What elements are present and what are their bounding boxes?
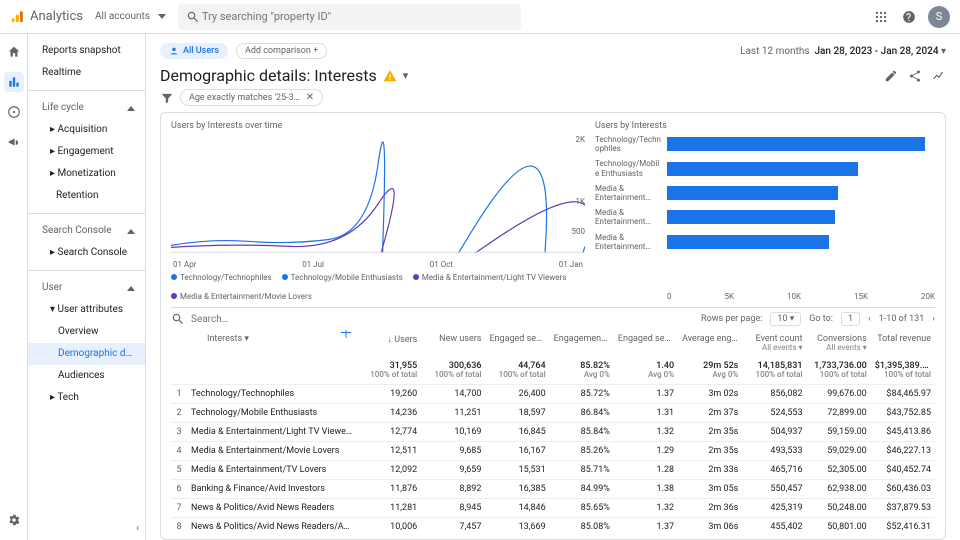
page-title: Demographic details: Interests — [160, 66, 377, 85]
rail-reports-icon[interactable] — [4, 72, 24, 92]
col-aeg[interactable]: Average engagement time — [678, 330, 742, 357]
chart-title: Users by Interests over time — [171, 121, 585, 131]
sidebar-group-user[interactable]: User — [28, 277, 145, 299]
chart-title: Users by Interests — [595, 121, 935, 131]
col-interests[interactable]: Interests ▾ ＋ — [187, 330, 357, 357]
col-conversions[interactable]: ConversionsAll events ▾ — [807, 330, 871, 357]
data-table: Interests ▾ ＋ ↓ Users New users Engaged … — [171, 330, 935, 533]
date-range[interactable]: Last 12 months Jan 28, 2023 - Jan 28, 20… — [740, 46, 946, 57]
rail-advertising-icon[interactable] — [4, 132, 24, 152]
app-header: Analytics All accounts S — [0, 0, 960, 34]
reports-sidebar: Reports snapshot Realtime Life cycle ▸ A… — [28, 34, 146, 540]
table-row[interactable]: 1Technology/Technophiles19,26014,70026,4… — [171, 384, 935, 403]
bar-row: Media & Entertainment… — [595, 208, 935, 226]
sidebar-item-demographic[interactable]: Demographic details — [28, 343, 145, 365]
sidebar-item-snapshot[interactable]: Reports snapshot — [28, 40, 145, 62]
table-row[interactable]: 3Media & Entertainment/Light TV Viewers1… — [171, 422, 935, 441]
bar-row: Media & Entertainment… — [595, 233, 935, 251]
bar-row: Technology/Technophiles — [595, 135, 935, 153]
search-icon — [186, 10, 200, 24]
col-esu[interactable]: Engaged sessions per user — [614, 330, 678, 357]
sidebar-item-acquisition[interactable]: ▸ Acquisition — [28, 119, 145, 141]
filter-icon — [160, 91, 174, 105]
brand-title: Analytics — [30, 9, 83, 24]
sidebar-group-sc[interactable]: Search Console — [28, 220, 145, 242]
global-search-input[interactable] — [200, 9, 513, 24]
col-users[interactable]: ↓ Users — [357, 330, 421, 357]
sidebar-item-retention[interactable]: Retention — [28, 185, 145, 207]
bar-row: Media & Entertainment… — [595, 184, 935, 202]
main-content: All Users Add comparison + Last 12 month… — [146, 34, 960, 540]
sidebar-item-user-attributes[interactable]: ▾ User attributes — [28, 299, 145, 321]
people-icon — [169, 46, 179, 56]
rail-home-icon[interactable] — [4, 42, 24, 62]
chart-users-over-time: Users by Interests over time 2K 1K 500 0… — [171, 121, 585, 301]
active-filter-chip[interactable]: Age exactly matches '25-3…✕ — [180, 89, 323, 106]
sidebar-collapse-icon[interactable]: ‹ — [136, 523, 139, 534]
table-row[interactable]: 4Media & Entertainment/Movie Lovers12,51… — [171, 441, 935, 460]
col-revenue[interactable]: Total revenue — [871, 330, 935, 357]
col-new-users[interactable]: New users — [421, 330, 485, 357]
bar-row: Technology/Mobile Enthusiasts — [595, 159, 935, 177]
sidebar-item-monetization[interactable]: ▸ Monetization — [28, 163, 145, 185]
sidebar-item-audiences[interactable]: Audiences — [28, 365, 145, 387]
sidebar-item-engagement[interactable]: ▸ Engagement — [28, 141, 145, 163]
close-icon[interactable]: ✕ — [306, 92, 314, 103]
search-icon — [171, 312, 185, 326]
table-row[interactable]: 5Media & Entertainment/TV Lovers12,0929,… — [171, 460, 935, 479]
nav-rail — [0, 34, 28, 540]
table-row[interactable]: 6Banking & Finance/Avid Investors11,8768… — [171, 479, 935, 498]
rail-admin-icon[interactable] — [4, 510, 24, 530]
rail-explore-icon[interactable] — [4, 102, 24, 122]
table-search[interactable] — [171, 312, 693, 326]
goto-page[interactable]: 1 — [841, 312, 860, 326]
avatar[interactable]: S — [928, 6, 950, 28]
table-row[interactable]: 7News & Politics/Avid News Readers11,281… — [171, 498, 935, 517]
sidebar-item-realtime[interactable]: Realtime — [28, 62, 145, 84]
pagination-range: 1-10 of 131 — [879, 314, 925, 324]
next-page-icon[interactable]: › — [932, 314, 935, 324]
table-row[interactable]: 2Technology/Mobile Enthusiasts14,23611,2… — [171, 403, 935, 422]
table-search-input[interactable] — [189, 313, 693, 326]
sidebar-item-tech[interactable]: ▸ Tech — [28, 387, 145, 409]
apps-icon[interactable] — [872, 8, 890, 26]
table-totals-row: 31,955100% of total 300,636100% of total… — [171, 357, 935, 384]
account-switcher[interactable]: All accounts — [95, 11, 166, 22]
col-event-count[interactable]: Event countAll events ▾ — [742, 330, 806, 357]
brand: Analytics — [10, 9, 83, 24]
share-icon[interactable] — [908, 69, 922, 83]
analytics-logo-icon — [10, 10, 24, 24]
col-engaged-sessions[interactable]: Engaged sessions — [485, 330, 549, 357]
rows-per-page[interactable]: 10 ▾ — [770, 312, 801, 326]
chart-legend: Technology/Technophiles Technology/Mobil… — [171, 273, 585, 301]
help-icon[interactable] — [900, 8, 918, 26]
customize-icon[interactable] — [884, 69, 898, 83]
sidebar-item-sc[interactable]: ▸ Search Console — [28, 242, 145, 264]
prev-page-icon[interactable]: ‹ — [868, 314, 871, 324]
chart-users-by-interests: Users by Interests Technology/Technophil… — [595, 121, 935, 301]
warning-icon[interactable] — [383, 69, 397, 83]
sidebar-group-lifecycle[interactable]: Life cycle — [28, 97, 145, 119]
chart-x-axis: 01 Apr01 Jul01 Oct01 Jan — [171, 260, 585, 269]
col-engagement-rate[interactable]: Engagement rate — [550, 330, 614, 357]
chip-all-users[interactable]: All Users — [160, 43, 228, 59]
table-row[interactable]: 8News & Politics/Avid News Readers/Avid … — [171, 517, 935, 533]
title-dropdown-icon[interactable]: ▾ — [403, 69, 409, 82]
insights-icon[interactable] — [932, 69, 946, 83]
report-card: Users by Interests over time 2K 1K 500 0… — [160, 112, 946, 540]
chip-add-comparison[interactable]: Add comparison + — [236, 43, 327, 59]
sidebar-item-overview[interactable]: Overview — [28, 321, 145, 343]
global-search[interactable] — [178, 4, 521, 30]
